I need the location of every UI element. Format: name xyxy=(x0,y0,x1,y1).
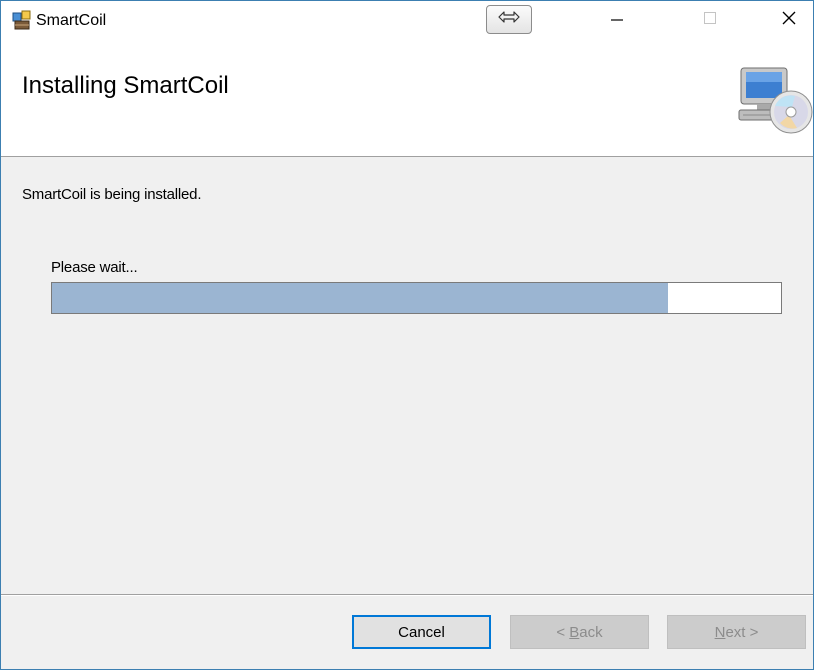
install-status-text: SmartCoil is being installed. xyxy=(22,186,202,203)
minimize-icon xyxy=(610,11,624,30)
page-title: Installing SmartCoil xyxy=(22,72,229,99)
install-progress-bar xyxy=(51,282,782,314)
close-icon xyxy=(781,10,797,31)
maximize-icon xyxy=(703,11,717,30)
back-label-rest: ack xyxy=(579,623,603,641)
back-label-prefix: < xyxy=(556,623,570,641)
window-title: SmartCoil xyxy=(36,12,107,29)
back-label-mnemonic: B xyxy=(569,623,580,641)
installer-window: SmartCoil Installing SmartCoil SmartCoil… xyxy=(0,0,814,670)
please-wait-label: Please wait... xyxy=(51,259,138,276)
resize-toggle-button[interactable] xyxy=(486,5,532,34)
title-bar[interactable]: SmartCoil xyxy=(1,1,813,39)
minimize-button[interactable] xyxy=(594,1,640,39)
computer-disc-icon xyxy=(735,66,813,136)
footer-divider xyxy=(1,594,813,596)
next-button[interactable]: Next > xyxy=(667,615,806,649)
close-button[interactable] xyxy=(766,1,812,39)
cancel-label: Cancel xyxy=(398,623,445,641)
installer-package-icon xyxy=(12,10,32,30)
next-label-mnemonic: N xyxy=(714,623,726,641)
progress-fill xyxy=(52,283,668,313)
double-arrow-icon xyxy=(498,10,520,29)
next-label-rest: ext > xyxy=(725,623,759,641)
back-button[interactable]: < Back xyxy=(510,615,649,649)
cancel-button[interactable]: Cancel xyxy=(352,615,491,649)
maximize-button[interactable] xyxy=(687,1,733,39)
wizard-header: Installing SmartCoil xyxy=(1,39,813,157)
